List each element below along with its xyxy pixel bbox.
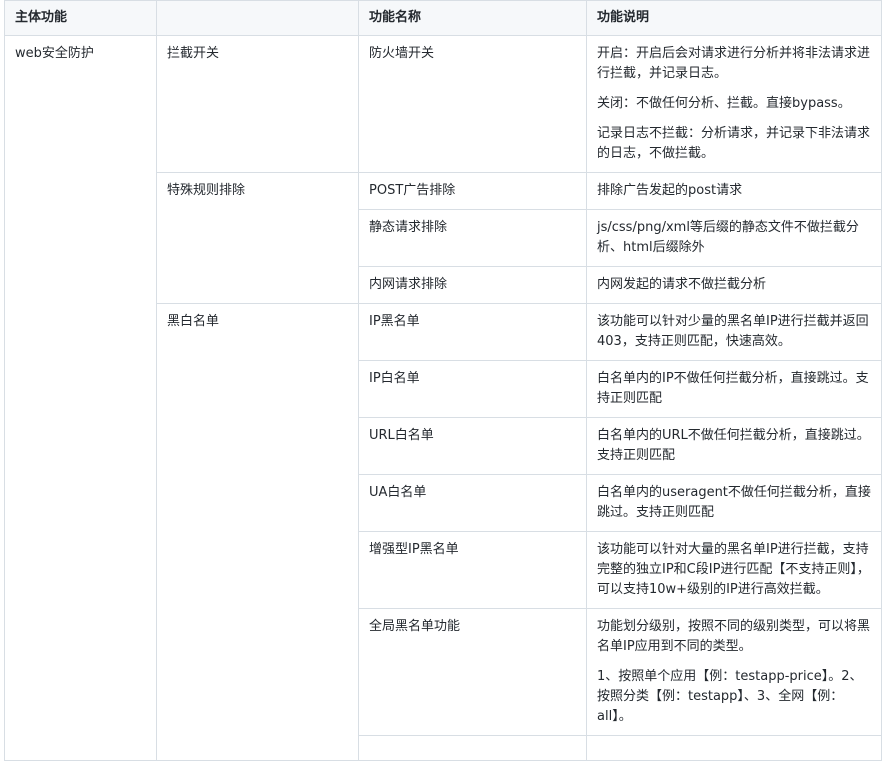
- table-row: web安全防护 拦截开关 防火墙开关 开启：开启后会对请求进行分析并将非法请求进行拦截…: [4, 35, 882, 761]
- feature-desc-cell: 该功能可以针对少量的黑名单IP进行拦截并返回403，支持正则匹配，快速高效。: [586, 303, 882, 361]
- feature-name-cell: 静态请求排除: [358, 209, 587, 267]
- main-feature-cell: web安全防护: [4, 35, 157, 761]
- feature-name-cell: IP白名单: [358, 360, 587, 418]
- feature-desc-paragraph: 开启：开启后会对请求进行分析并将非法请求进行拦截，并记录日志。: [597, 46, 871, 81]
- feature-name-cell: IP黑名单: [358, 303, 587, 361]
- feature-desc-paragraph: 内网发起的请求不做拦截分析: [597, 277, 767, 292]
- feature-desc-paragraph: 白名单内的IP不做任何拦截分析，直接跳过。支持正则匹配: [597, 371, 869, 406]
- category-cell: 特殊规则排除: [156, 172, 359, 304]
- feature-name-cell: POST广告排除: [358, 172, 587, 210]
- category-cell: 黑白名单: [156, 303, 359, 761]
- feature-name-cell: 防火墙开关: [358, 35, 587, 173]
- feature-desc-cell: 白名单内的IP不做任何拦截分析，直接跳过。支持正则匹配: [586, 360, 882, 418]
- feature-name-cell: UA白名单: [358, 474, 587, 532]
- feature-desc-paragraph: js/css/png/xml等后缀的静态文件不做拦截分析、html后缀除外: [597, 220, 859, 255]
- feature-desc-cell: 该功能可以针对大量的黑名单IP进行拦截，支持完整的独立IP和C段IP进行匹配【不…: [586, 531, 882, 609]
- feature-name-cell: URL白名单: [358, 417, 587, 475]
- empty-cell: [586, 735, 882, 761]
- feature-desc-paragraph: 1、按照单个应用【例：testapp-price】。2、按照分类【例：testa…: [597, 669, 863, 724]
- col-header-feature-name: 功能名称: [358, 0, 587, 36]
- feature-desc-cell: 白名单内的useragent不做任何拦截分析，直接跳过。支持正则匹配: [586, 474, 882, 532]
- feature-name-cell: 增强型IP黑名单: [358, 531, 587, 609]
- feature-desc-cell: js/css/png/xml等后缀的静态文件不做拦截分析、html后缀除外: [586, 209, 882, 267]
- feature-desc-paragraph: 记录日志不拦截：分析请求，并记录下非法请求的日志，不做拦截。: [597, 126, 871, 161]
- category-cell: 拦截开关: [156, 35, 359, 173]
- feature-desc-paragraph: 该功能可以针对少量的黑名单IP进行拦截并返回403，支持正则匹配，快速高效。: [597, 314, 869, 349]
- feature-desc-paragraph: 白名单内的useragent不做任何拦截分析，直接跳过。支持正则匹配: [597, 485, 871, 520]
- feature-desc-cell: 内网发起的请求不做拦截分析: [586, 266, 882, 304]
- feature-desc-cell: 白名单内的URL不做任何拦截分析，直接跳过。支持正则匹配: [586, 417, 882, 475]
- feature-desc-paragraph: 白名单内的URL不做任何拦截分析，直接跳过。支持正则匹配: [597, 428, 870, 463]
- col-header-sub-feature: [156, 0, 359, 36]
- header-row: 主体功能 功能名称 功能说明: [4, 0, 882, 36]
- feature-table: 主体功能 功能名称 功能说明 web安全防护 拦截开关 防火墙开关 开启：开启后会对请…: [4, 0, 882, 761]
- feature-desc-paragraph: 关闭：不做任何分析、拦截。直接bypass。: [597, 96, 851, 111]
- col-header-main-feature: 主体功能: [4, 0, 157, 36]
- feature-desc-cell: 开启：开启后会对请求进行分析并将非法请求进行拦截，并记录日志。关闭：不做任何分析…: [586, 35, 882, 173]
- feature-desc-cell: 排除广告发起的post请求: [586, 172, 882, 210]
- feature-name-cell: 全局黑名单功能: [358, 608, 587, 736]
- feature-desc-paragraph: 排除广告发起的post请求: [597, 183, 743, 198]
- table-body: web安全防护 拦截开关 防火墙开关 开启：开启后会对请求进行分析并将非法请求进行拦截…: [4, 35, 882, 761]
- feature-desc-cell: 功能划分级别，按照不同的级别类型，可以将黑名单IP应用到不同的类型。 1、按照单个…: [586, 608, 882, 736]
- feature-desc-paragraph: 该功能可以针对大量的黑名单IP进行拦截，支持完整的独立IP和C段IP进行匹配【不…: [597, 542, 870, 597]
- feature-desc-paragraph: 功能划分级别，按照不同的级别类型，可以将黑名单IP应用到不同的类型。: [597, 619, 871, 654]
- feature-name-cell: 内网请求排除: [358, 266, 587, 304]
- col-header-feature-desc: 功能说明: [586, 0, 882, 36]
- empty-cell: [358, 735, 587, 761]
